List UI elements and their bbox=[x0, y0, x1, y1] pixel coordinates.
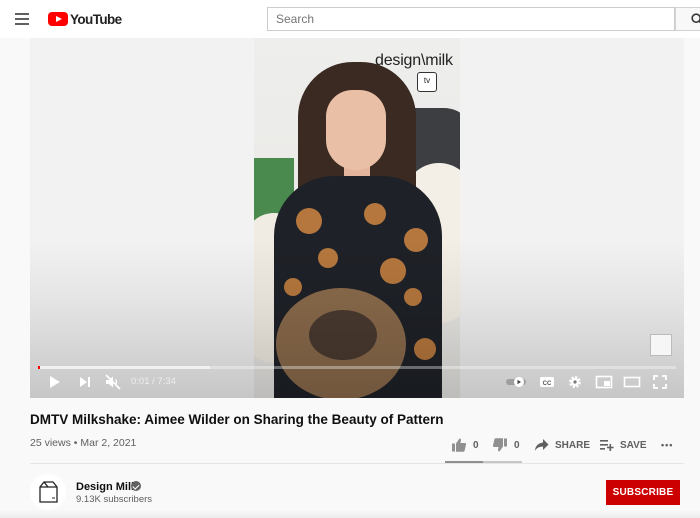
settings-button[interactable] bbox=[567, 373, 583, 391]
video-player[interactable]: design\milk tv 0:01 / 7:34 CC bbox=[30, 38, 684, 398]
play-icon bbox=[50, 376, 60, 388]
channel-avatar[interactable] bbox=[30, 474, 66, 510]
youtube-logo[interactable]: YouTube bbox=[48, 11, 122, 27]
more-actions-button[interactable]: ••• bbox=[661, 437, 673, 453]
divider bbox=[30, 463, 684, 464]
miniplayer-icon bbox=[595, 375, 613, 389]
svg-text:CC: CC bbox=[543, 381, 552, 387]
design-milk-brand: design\milk bbox=[375, 52, 453, 69]
add-to-playlist-icon bbox=[600, 440, 614, 451]
theater-mode-button[interactable] bbox=[623, 373, 641, 391]
dislike-count: 0 bbox=[514, 439, 520, 451]
search-input[interactable] bbox=[267, 7, 675, 31]
fullscreen-button[interactable] bbox=[652, 373, 668, 391]
menu-icon[interactable] bbox=[14, 11, 32, 27]
subscriber-count: 9.13K subscribers bbox=[76, 494, 153, 505]
thumbs-down-icon bbox=[492, 438, 507, 452]
time-display: 0:01 / 7:34 bbox=[131, 376, 176, 387]
captions-button[interactable]: CC bbox=[539, 373, 555, 391]
thumbs-up-icon bbox=[452, 438, 467, 452]
save-label: SAVE bbox=[620, 439, 647, 451]
autoplay-toggle-icon bbox=[506, 377, 526, 387]
mute-button[interactable] bbox=[104, 373, 122, 391]
top-bar: YouTube bbox=[0, 0, 700, 38]
theater-icon bbox=[623, 376, 641, 388]
save-button[interactable]: SAVE bbox=[599, 437, 647, 453]
search-button[interactable] bbox=[675, 7, 700, 31]
search-icon bbox=[691, 13, 700, 24]
settings-icon bbox=[569, 376, 581, 388]
next-icon bbox=[80, 377, 90, 387]
next-button[interactable] bbox=[78, 373, 92, 391]
like-button[interactable]: 0 bbox=[451, 437, 479, 453]
cc-icon: CC bbox=[540, 377, 554, 387]
progress-played bbox=[38, 366, 40, 369]
miniplayer-button[interactable] bbox=[595, 373, 613, 391]
video-title: DMTV Milkshake: Aimee Wilder on Sharing … bbox=[30, 412, 444, 427]
youtube-play-icon bbox=[48, 12, 68, 26]
progress-bar[interactable] bbox=[38, 366, 676, 369]
tv-badge-icon: tv bbox=[417, 72, 437, 92]
share-icon bbox=[534, 439, 549, 451]
autoplay-toggle[interactable] bbox=[505, 373, 527, 391]
more-icon: ••• bbox=[661, 440, 674, 450]
play-button[interactable] bbox=[48, 373, 62, 391]
channel-name[interactable]: Design Milk bbox=[76, 481, 137, 493]
progress-buffered bbox=[38, 366, 211, 369]
channel-watermark-icon[interactable] bbox=[650, 334, 672, 356]
video-meta: 25 views • Mar 2, 2021 bbox=[30, 437, 137, 449]
subscribe-button[interactable]: SUBSCRIBE bbox=[606, 480, 680, 505]
logo-text: YouTube bbox=[70, 11, 122, 27]
like-count: 0 bbox=[473, 439, 479, 451]
verified-badge-icon bbox=[131, 481, 141, 491]
share-label: SHARE bbox=[555, 439, 591, 451]
share-button[interactable]: SHARE bbox=[534, 437, 590, 453]
dislike-button[interactable]: 0 bbox=[492, 437, 520, 453]
milk-carton-icon bbox=[39, 481, 58, 503]
mute-icon bbox=[105, 374, 121, 390]
fullscreen-icon bbox=[653, 375, 667, 389]
